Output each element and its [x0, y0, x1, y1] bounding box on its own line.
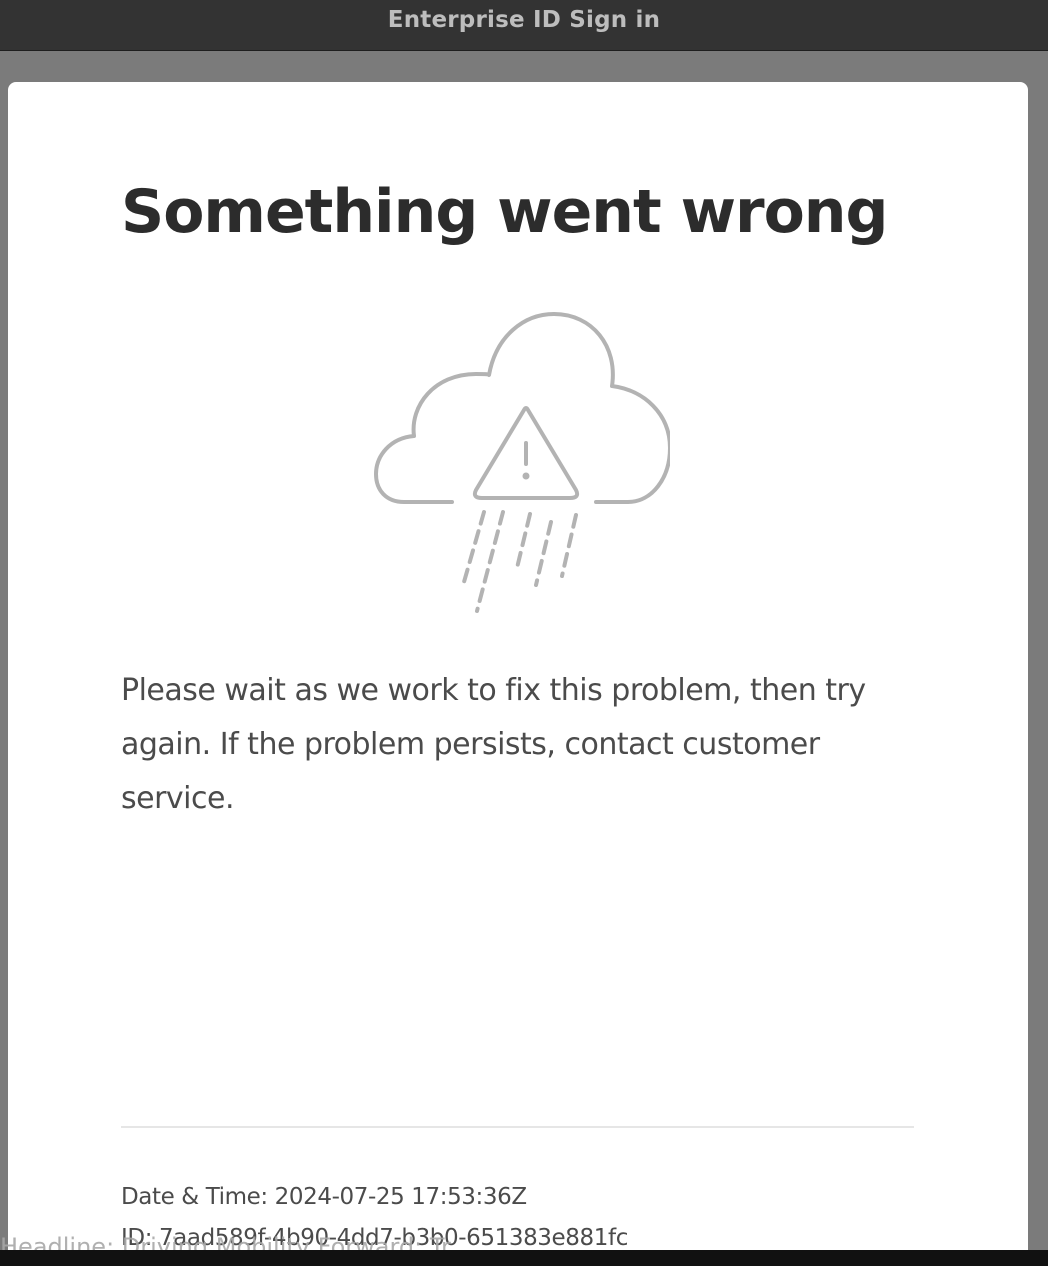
error-card: Something went wrong Please wait as we w…: [8, 82, 1028, 1266]
divider: [121, 1126, 914, 1128]
page-title: Something went wrong: [121, 177, 888, 247]
error-date-time: Date & Time: 2024-07-25 17:53:36Z: [121, 1184, 527, 1210]
background-headline-label: Headline: Driving Mobility Forward: Tr..…: [0, 1234, 472, 1250]
window-titlebar: Enterprise ID Sign in: [0, 0, 1048, 51]
error-message: Please wait as we work to fix this probl…: [121, 673, 866, 816]
background-headline-text: Headline: Driving Mobility Forward: Tr..…: [0, 1234, 472, 1250]
bottom-edge-bar: [0, 1250, 1048, 1266]
window-title: Enterprise ID Sign in: [387, 7, 661, 33]
cloud-warning-rain-icon: [374, 312, 670, 613]
